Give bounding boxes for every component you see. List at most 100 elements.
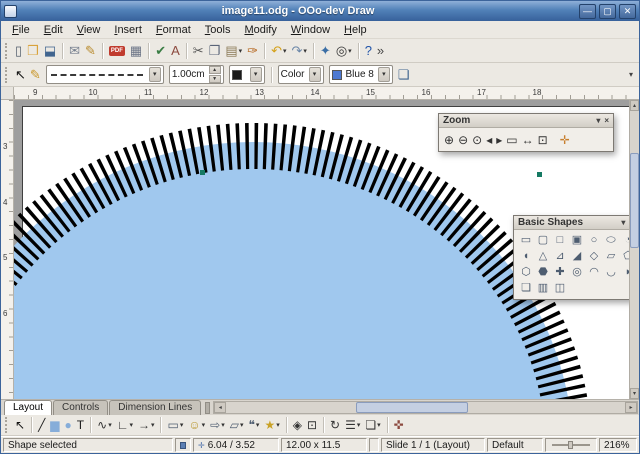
stars-button[interactable]: ★▾ [262, 415, 281, 435]
shape-right-triangle[interactable]: ⊿ [552, 249, 568, 264]
vertical-ruler[interactable]: 3456 [1, 100, 14, 399]
open-folder-button[interactable]: ❒ [25, 41, 41, 61]
zoom-100-button[interactable]: ⊙ [471, 131, 483, 148]
shape-parallelogram[interactable]: ▱ [603, 249, 619, 264]
callouts-dropdown-icon[interactable]: ▾ [256, 421, 260, 429]
line-style-select[interactable]: ▾ [46, 65, 164, 84]
chevron-down-icon[interactable]: ▾ [309, 67, 321, 82]
scroll-right-icon[interactable]: ▸ [625, 402, 637, 413]
chevron-down-icon[interactable]: ▾ [250, 67, 262, 82]
arrange-button[interactable]: ❏▾ [363, 415, 382, 435]
document-as-email-button[interactable]: ✉ [67, 41, 82, 61]
shape-rounded-rectangle[interactable]: ▢ [535, 233, 551, 248]
menu-format[interactable]: Format [149, 23, 198, 37]
shape-rectangle[interactable]: ▭ [518, 233, 534, 248]
zoom-dropdown-icon[interactable]: ▾ [348, 47, 352, 55]
glue-points-button[interactable]: ⊡ [305, 415, 319, 435]
zoom-optimal-button[interactable]: ⊡ [537, 131, 549, 148]
basic-shapes-button[interactable]: ▭▾ [165, 415, 185, 435]
flowcharts-button[interactable]: ▱▾ [228, 415, 246, 435]
line-properties-button[interactable]: ✎ [28, 65, 43, 85]
callouts-button[interactable]: ❝▾ [246, 415, 261, 435]
line-color-select[interactable]: ▾ [229, 65, 265, 84]
shape-square[interactable]: □ [552, 233, 568, 248]
text-button[interactable]: T [75, 415, 86, 435]
tab-dimension-lines[interactable]: Dimension Lines [109, 400, 201, 415]
spin-down-icon[interactable]: ▼ [209, 75, 221, 83]
shape-folded-corner[interactable]: ❏ [518, 281, 534, 296]
symbol-shapes-dropdown-icon[interactable]: ▾ [202, 421, 206, 429]
menu-window[interactable]: Window [284, 23, 337, 37]
titlebar[interactable]: image11.odg - OOo-dev Draw — ▢ ✕ [1, 1, 639, 21]
toolbar-options-button[interactable]: » [375, 41, 386, 61]
basic-shapes-dropdown-icon[interactable]: ▾ [180, 421, 184, 429]
menu-modify[interactable]: Modify [237, 23, 283, 37]
toolbar-grip[interactable] [5, 43, 8, 59]
selection-handle[interactable] [200, 170, 205, 175]
zoom-previous-button[interactable]: ◂ [485, 131, 493, 148]
shape-rounded-square[interactable]: ▣ [569, 233, 585, 248]
zoom-page-width-button[interactable]: ↔ [521, 131, 535, 148]
maximize-button[interactable]: ▢ [599, 4, 616, 19]
lines-and-arrows-dropdown-icon[interactable]: ▾ [151, 421, 155, 429]
shape-circle-pie[interactable]: ◔ [620, 233, 629, 248]
shape-hexagon[interactable]: ⬡ [518, 265, 534, 280]
zoom-out-button[interactable]: ⊖ [457, 131, 469, 148]
horizontal-scroll-track[interactable] [226, 402, 625, 413]
zoom-button[interactable]: ◎▾ [334, 41, 354, 61]
shape-ring[interactable]: ◎ [569, 265, 585, 280]
zoom-entire-page-button[interactable]: ▭ [505, 131, 518, 148]
arrange-dropdown-icon[interactable]: ▾ [377, 421, 381, 429]
chevron-down-icon[interactable]: ▾ [378, 67, 390, 82]
rectangle-button[interactable]: ▆ [48, 415, 61, 435]
shape-cross[interactable]: ✚ [552, 265, 568, 280]
curve-button[interactable]: ∿▾ [95, 415, 114, 435]
basic-shapes-palette-titlebar[interactable]: Basic Shapes ▾ × [514, 216, 629, 230]
edit-file-button[interactable]: ✎ [83, 41, 98, 61]
shape-half-circle[interactable]: ◗ [620, 265, 629, 280]
connector-button[interactable]: ∟▾ [115, 415, 135, 435]
edit-points-button[interactable]: ◈ [291, 415, 304, 435]
palette-menu-icon[interactable]: ▾ [621, 218, 625, 227]
navigator-button[interactable]: ✦ [318, 41, 333, 61]
block-arrows-dropdown-icon[interactable]: ▾ [221, 421, 225, 429]
connector-dropdown-icon[interactable]: ▾ [129, 421, 133, 429]
horizontal-scroll-thumb[interactable] [356, 402, 468, 413]
stars-dropdown-icon[interactable]: ▾ [276, 421, 280, 429]
menu-view[interactable]: View [70, 23, 108, 37]
palette-close-icon[interactable]: × [604, 116, 609, 125]
vertical-scrollbar[interactable]: ▴ ▾ [629, 100, 639, 399]
zoom-next-button[interactable]: ▸ [495, 131, 503, 148]
help-button[interactable]: ? [363, 41, 374, 61]
line-button[interactable]: ╱ [36, 415, 47, 435]
shape-cylinder[interactable]: ▥ [535, 281, 551, 296]
zoom-level[interactable]: 216% [599, 438, 637, 452]
alignment-dropdown-icon[interactable]: ▾ [357, 421, 361, 429]
redo-button[interactable]: ↷▾ [290, 41, 309, 61]
shift-button[interactable]: ✛ [559, 131, 571, 148]
undo-dropdown-icon[interactable]: ▾ [283, 47, 287, 55]
spin-up-icon[interactable]: ▲ [209, 66, 221, 74]
toolbar-grip[interactable] [5, 417, 8, 433]
block-arrows-button[interactable]: ⇨▾ [208, 415, 227, 435]
shape-circle-segment[interactable]: ◖ [518, 249, 534, 264]
menu-tools[interactable]: Tools [198, 23, 238, 37]
scroll-up-icon[interactable]: ▴ [630, 100, 639, 111]
selection-handle[interactable] [537, 172, 542, 177]
palette-menu-icon[interactable]: ▾ [596, 116, 600, 125]
zoom-in-button[interactable]: ⊕ [443, 131, 455, 148]
menu-file[interactable]: File [5, 23, 37, 37]
tab-scroll-splitter[interactable] [205, 402, 210, 414]
export-pdf-button[interactable]: PDF [107, 41, 127, 61]
spellcheck-button[interactable]: ✔ [153, 41, 168, 61]
zoom-slider-thumb[interactable] [568, 441, 573, 449]
rotate-button[interactable]: ↻ [328, 415, 342, 435]
symbol-shapes-button[interactable]: ☺▾ [186, 415, 207, 435]
tab-controls[interactable]: Controls [53, 400, 108, 415]
redo-dropdown-icon[interactable]: ▾ [303, 47, 307, 55]
ellipse-button[interactable]: ● [63, 415, 74, 435]
horizontal-scrollbar[interactable]: ◂ ▸ [213, 401, 638, 414]
scroll-left-icon[interactable]: ◂ [214, 402, 226, 413]
tab-layout[interactable]: Layout [4, 400, 52, 415]
fill-color-select[interactable]: Blue 8 ▾ [329, 65, 393, 84]
